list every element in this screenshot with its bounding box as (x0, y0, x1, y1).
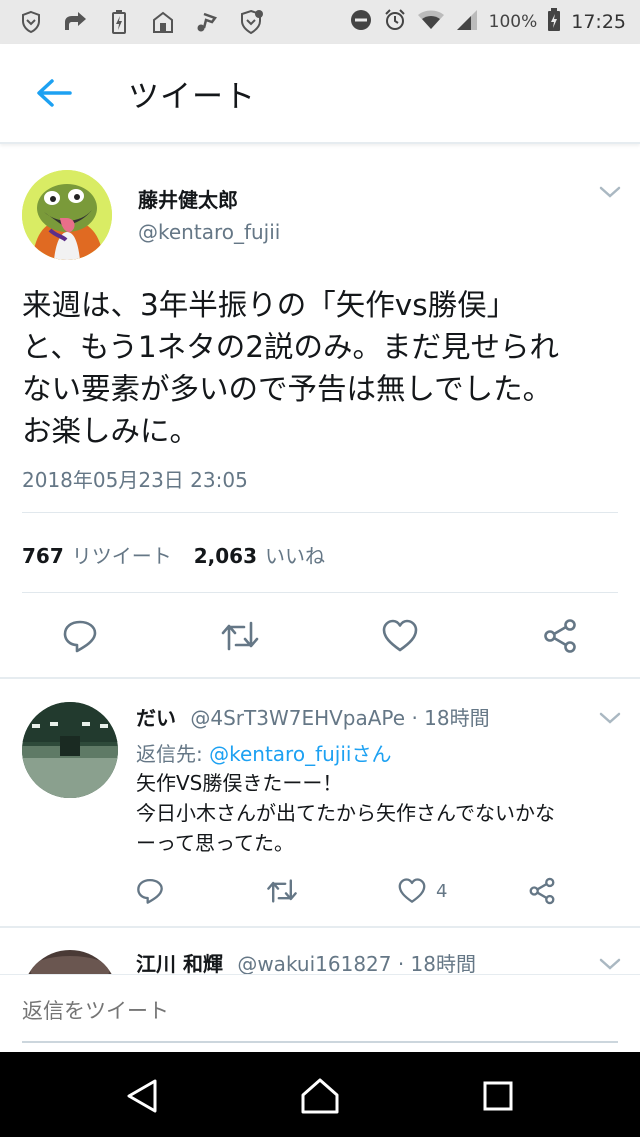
reply-to-mention[interactable]: @kentaro_fujiiさん (209, 742, 391, 766)
battery-level: 100% (488, 12, 538, 32)
divider (22, 592, 618, 593)
reply-icon (63, 620, 97, 653)
tweet-timestamp: 2018年05月23日 23:05 (22, 468, 248, 492)
reply-share-button[interactable] (528, 876, 556, 906)
reply-tweet[interactable]: 江川 和輝 @wakui161827 · 18時間 (0, 928, 640, 974)
reply-button[interactable] (60, 616, 100, 656)
do-not-disturb-icon (349, 8, 373, 37)
castle-icon (150, 9, 176, 35)
home-icon (301, 1078, 339, 1114)
back-button[interactable] (22, 61, 86, 125)
cellular-signal-icon (455, 9, 479, 36)
back-triangle-icon (127, 1079, 157, 1113)
like-label[interactable]: いいね (265, 540, 325, 569)
status-bar: 100% 17:25 (0, 0, 640, 44)
system-nav-bar (0, 1052, 640, 1137)
reply-like-count: 4 (436, 880, 448, 902)
alarm-icon (383, 8, 407, 37)
reply-text: 矢作VS勝俣きたーー！ 今日小木さんが出てたから矢作さんでないかな ーって思って… (136, 771, 555, 855)
tweet-text: 来週は、3年半振りの「矢作vs勝俣」 と、もう1ネタの2説のみ。まだ見せられ な… (22, 288, 559, 448)
author-name[interactable]: 藤井健太郎 (138, 184, 238, 213)
battery-charging-icon (106, 9, 132, 35)
page-title: ツイート (128, 78, 256, 115)
reply-author-name[interactable]: だい (136, 706, 176, 730)
retweet-count[interactable]: 767 (22, 544, 64, 568)
heart-icon (382, 619, 418, 652)
input-underline (22, 1041, 618, 1043)
heart-icon (398, 878, 426, 903)
music-note-icon (194, 9, 220, 35)
share-icon (529, 877, 555, 905)
reply-avatar[interactable] (22, 702, 118, 798)
divider (22, 512, 618, 513)
tweet-actions (0, 616, 640, 656)
retweet-button[interactable] (220, 616, 260, 656)
reply-composer (0, 974, 640, 1052)
reply-retweet-button[interactable] (266, 876, 298, 906)
shield-icon (18, 9, 44, 35)
app-toolbar: ツイート (0, 44, 640, 144)
nav-home-button[interactable] (298, 1074, 342, 1118)
share-icon (544, 619, 576, 653)
wifi-icon (417, 9, 445, 36)
shield-alert-icon (238, 9, 264, 35)
retweet-icon (221, 621, 259, 651)
reply-reply-button[interactable] (136, 876, 164, 906)
reply-input[interactable] (22, 999, 618, 1023)
battery-icon (547, 7, 561, 37)
clock: 17:25 (571, 11, 626, 33)
tweet-stats: 767 リツイート 2,063 いいね (22, 540, 347, 569)
reply-actions: 4 (136, 876, 606, 906)
retweet-label[interactable]: リツイート (72, 540, 172, 569)
nav-back-button[interactable] (120, 1074, 164, 1118)
reply-author-name[interactable]: 江川 和輝 (136, 952, 223, 974)
like-count[interactable]: 2,063 (194, 544, 257, 568)
share-arrow-icon (62, 9, 88, 35)
reply-author-meta: @wakui161827 · 18時間 (237, 952, 477, 974)
author-handle[interactable]: @kentaro_fujii (138, 220, 280, 244)
section-separator (0, 677, 640, 679)
like-button[interactable] (380, 616, 420, 656)
tweet-menu-chevron-icon[interactable] (598, 180, 622, 204)
nav-recents-button[interactable] (476, 1074, 520, 1118)
share-button[interactable] (540, 616, 580, 656)
back-arrow-icon (37, 79, 72, 107)
reply-menu-chevron-icon[interactable] (598, 952, 622, 974)
reply-like-button[interactable]: 4 (398, 876, 447, 906)
reply-icon (137, 878, 163, 904)
retweet-icon (267, 879, 297, 903)
reply-avatar[interactable] (22, 950, 118, 974)
reply-to-line: 返信先: @kentaro_fujiiさん (136, 738, 391, 767)
reply-menu-chevron-icon[interactable] (598, 706, 622, 730)
recents-square-icon (483, 1081, 513, 1111)
author-avatar[interactable] (22, 170, 112, 260)
reply-to-prefix: 返信先: (136, 742, 210, 766)
reply-author-meta: @4SrT3W7EHVpaAPe · 18時間 (190, 706, 490, 730)
